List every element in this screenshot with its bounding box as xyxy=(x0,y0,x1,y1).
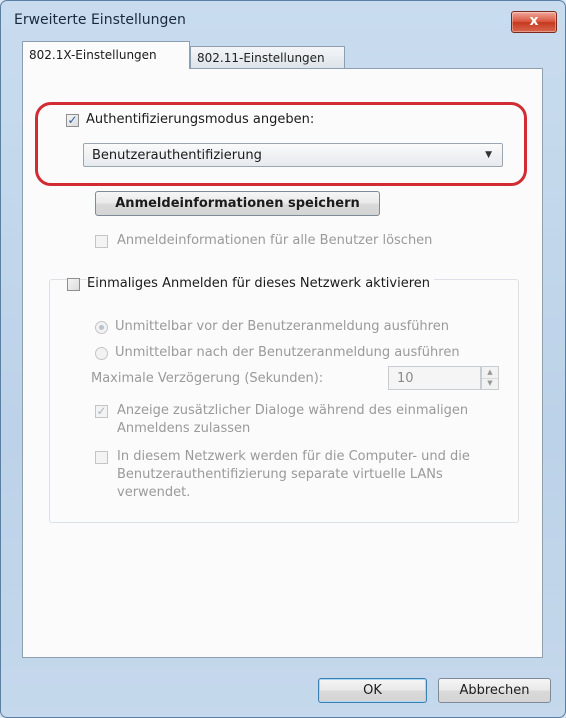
max-delay-spinner[interactable]: ▲ ▼ xyxy=(481,366,499,390)
tab-80211-settings[interactable]: 802.11-Einstellungen xyxy=(190,46,345,68)
spin-down-icon[interactable]: ▼ xyxy=(482,378,498,389)
cancel-button[interactable]: Abbrechen xyxy=(438,678,551,703)
radio-selected-dot xyxy=(99,325,104,330)
check-icon: ✓ xyxy=(96,404,107,418)
separate-vlan-checkbox[interactable] xyxy=(95,451,108,464)
max-delay-input[interactable]: 10 xyxy=(388,366,481,390)
separate-vlan-label-line2: Benutzerauthentifizierung separate virtu… xyxy=(117,467,443,482)
ok-button[interactable]: OK xyxy=(318,678,427,703)
save-credentials-button[interactable]: Anmeldeinformationen speichern xyxy=(95,191,380,216)
max-delay-label: Maximale Verzögerung (Sekunden): xyxy=(91,371,324,386)
delete-credentials-checkbox[interactable] xyxy=(95,235,108,248)
tab-8021x-settings[interactable]: 802.1X-Einstellungen xyxy=(22,41,190,69)
delete-credentials-label: Anmeldeinformationen für alle Benutzer l… xyxy=(117,233,433,248)
sso-enable-label: Einmaliges Anmelden für dieses Netzwerk … xyxy=(87,276,435,291)
dialog-window: Erweiterte Einstellungen x 802.1X-Einste… xyxy=(0,0,566,718)
sso-before-logon-radio[interactable] xyxy=(95,321,108,334)
additional-dialogs-checkbox[interactable]: ✓ xyxy=(95,405,108,418)
separate-vlan-label-line1: In diesem Netzwerk werden für die Comput… xyxy=(117,449,470,464)
close-button[interactable]: x xyxy=(511,11,557,33)
sso-enable-checkbox[interactable] xyxy=(67,278,80,291)
window-title: Erweiterte Einstellungen xyxy=(14,12,186,28)
sso-before-logon-label: Unmittelbar vor der Benutzeranmeldung au… xyxy=(115,319,449,334)
highlight-outline xyxy=(35,102,527,186)
close-icon: x xyxy=(529,13,539,29)
sso-after-logon-label: Unmittelbar nach der Benutzeranmeldung a… xyxy=(115,345,460,360)
additional-dialogs-label-line2: Anmeldens zulassen xyxy=(117,421,251,436)
additional-dialogs-label-line1: Anzeige zusätzlicher Dialoge während des… xyxy=(117,403,469,418)
max-delay-value: 10 xyxy=(397,371,414,386)
sso-after-logon-radio[interactable] xyxy=(95,347,108,360)
separate-vlan-label-line3: verwendet. xyxy=(117,485,191,500)
title-bar[interactable]: Erweiterte Einstellungen x xyxy=(1,1,565,39)
